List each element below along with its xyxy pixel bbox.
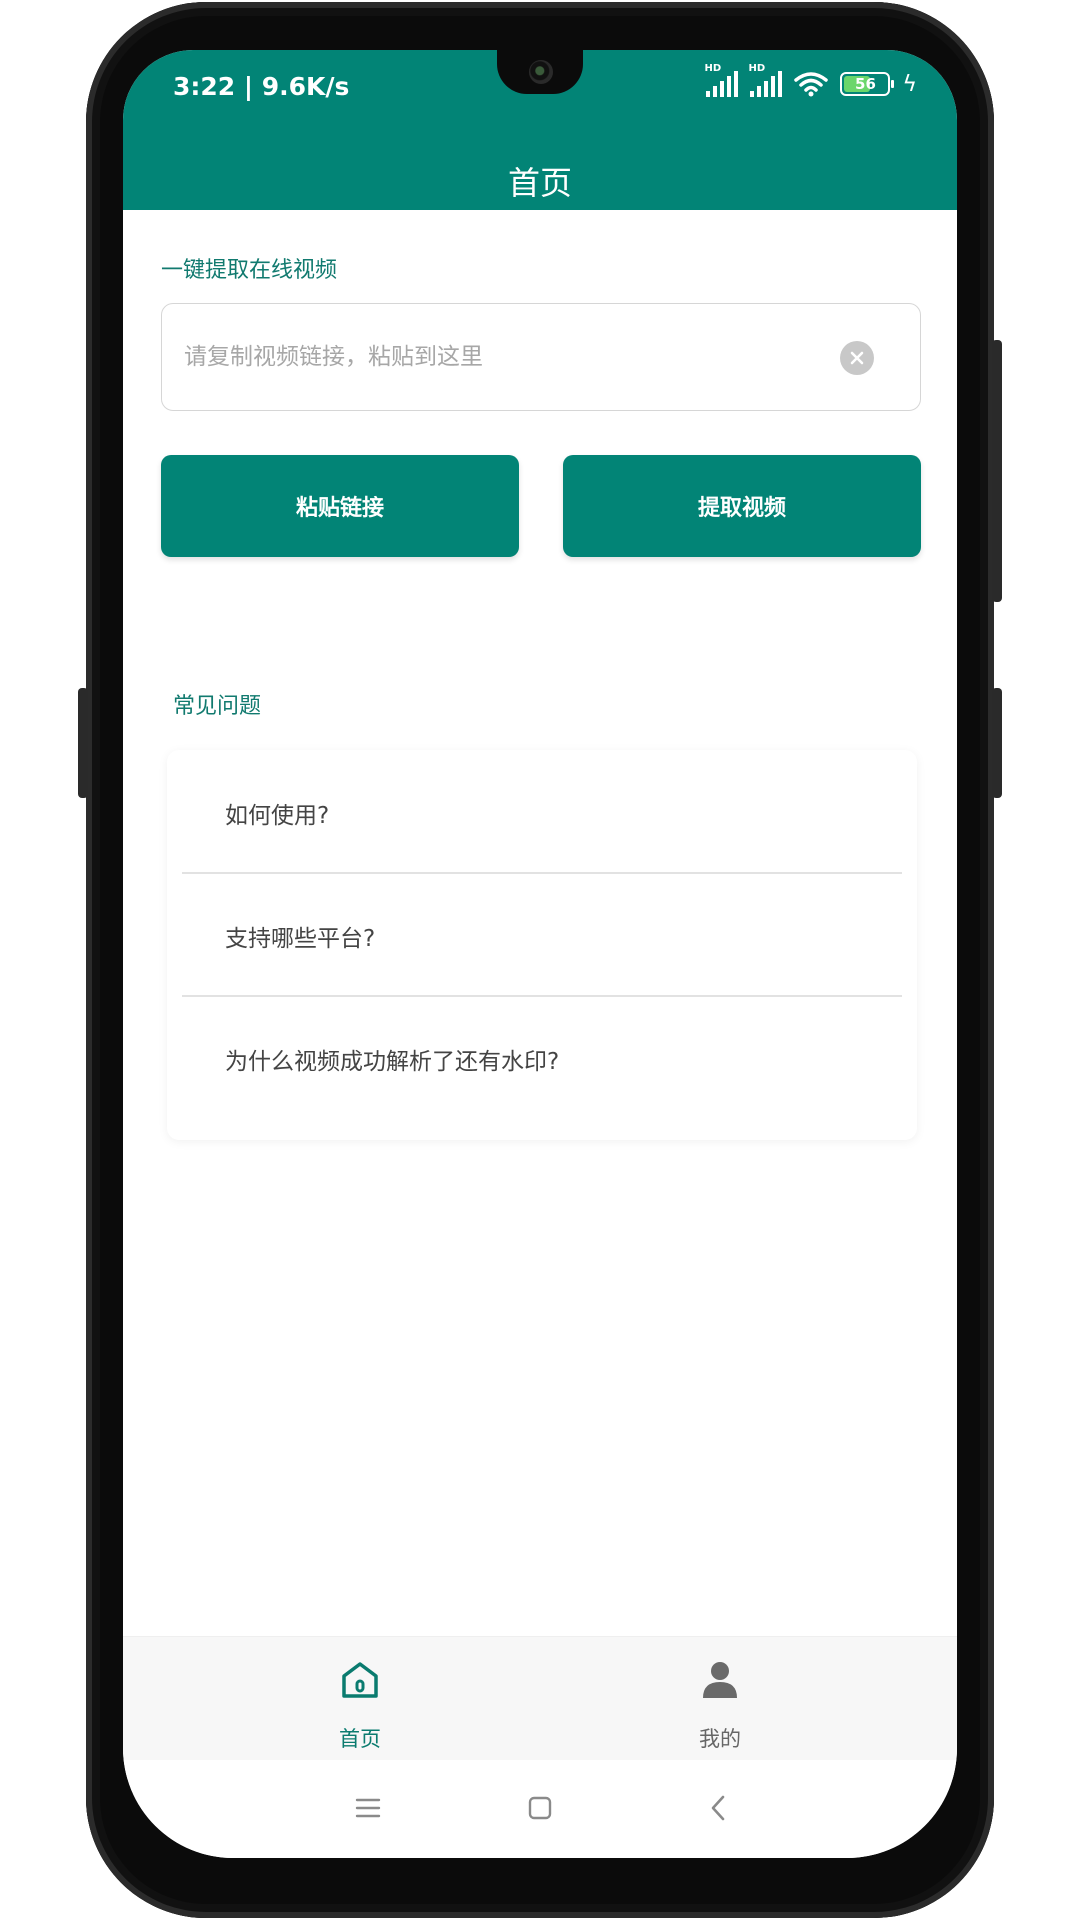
system-navigation-bar	[123, 1760, 957, 1858]
link-input-box[interactable]	[161, 303, 921, 411]
faq-item-platforms[interactable]: 支持哪些平台?	[167, 873, 917, 995]
faq-section-title: 常见问题	[173, 694, 262, 719]
close-icon	[850, 351, 864, 365]
app-screen: 3:22 | 9.6K/s HD HD 56 ϟ 首页 一键提取在线视频 请复制…	[123, 50, 957, 1858]
chevron-left-icon	[711, 1795, 725, 1821]
person-icon	[703, 1662, 737, 1698]
recent-apps-button[interactable]	[348, 1788, 388, 1828]
wifi-icon	[794, 72, 829, 97]
tab-me[interactable]: 我的	[620, 1637, 820, 1761]
video-link-input[interactable]	[184, 344, 784, 370]
menu-icon	[355, 1798, 381, 1818]
faq-item-label: 支持哪些平台?	[225, 926, 376, 952]
phone-power-button	[992, 688, 1002, 798]
home-icon	[342, 1662, 378, 1698]
page-title: 首页	[507, 164, 572, 202]
faq-item-how-to-use[interactable]: 如何使用?	[167, 750, 917, 872]
cell-signal-icon: HD	[704, 63, 739, 97]
hd-label-2: HD	[748, 63, 766, 74]
cell-signal-icon-2: HD	[748, 63, 783, 97]
clear-input-button[interactable]	[840, 341, 874, 375]
status-icons: HD HD 56 ϟ	[704, 63, 917, 98]
faq-item-watermark[interactable]: 为什么视频成功解析了还有水印?	[167, 996, 917, 1118]
back-button[interactable]	[698, 1788, 738, 1828]
tab-home[interactable]: 首页	[260, 1637, 460, 1761]
square-icon	[528, 1796, 552, 1820]
bottom-navigation: 首页 我的	[123, 1636, 957, 1760]
battery-level: 56	[855, 75, 876, 93]
hd-label: HD	[704, 63, 722, 74]
faq-item-label: 为什么视频成功解析了还有水印?	[225, 1049, 560, 1075]
tab-me-label: 我的	[699, 1727, 741, 1751]
extract-section-title: 一键提取在线视频	[161, 258, 338, 283]
battery-icon: 56	[840, 72, 895, 96]
home-button[interactable]	[520, 1788, 560, 1828]
faq-list: 如何使用? 支持哪些平台? 为什么视频成功解析了还有水印?	[167, 750, 917, 1140]
charging-icon: ϟ	[902, 71, 917, 97]
tab-home-label: 首页	[339, 1727, 381, 1751]
status-time: 3:22 | 9.6K/s	[173, 72, 350, 101]
paste-link-button[interactable]: 粘贴链接	[161, 455, 519, 557]
extract-video-button[interactable]: 提取视频	[563, 455, 921, 557]
phone-side-button	[78, 688, 88, 798]
phone-volume-button	[992, 340, 1002, 602]
faq-item-label: 如何使用?	[225, 803, 330, 829]
